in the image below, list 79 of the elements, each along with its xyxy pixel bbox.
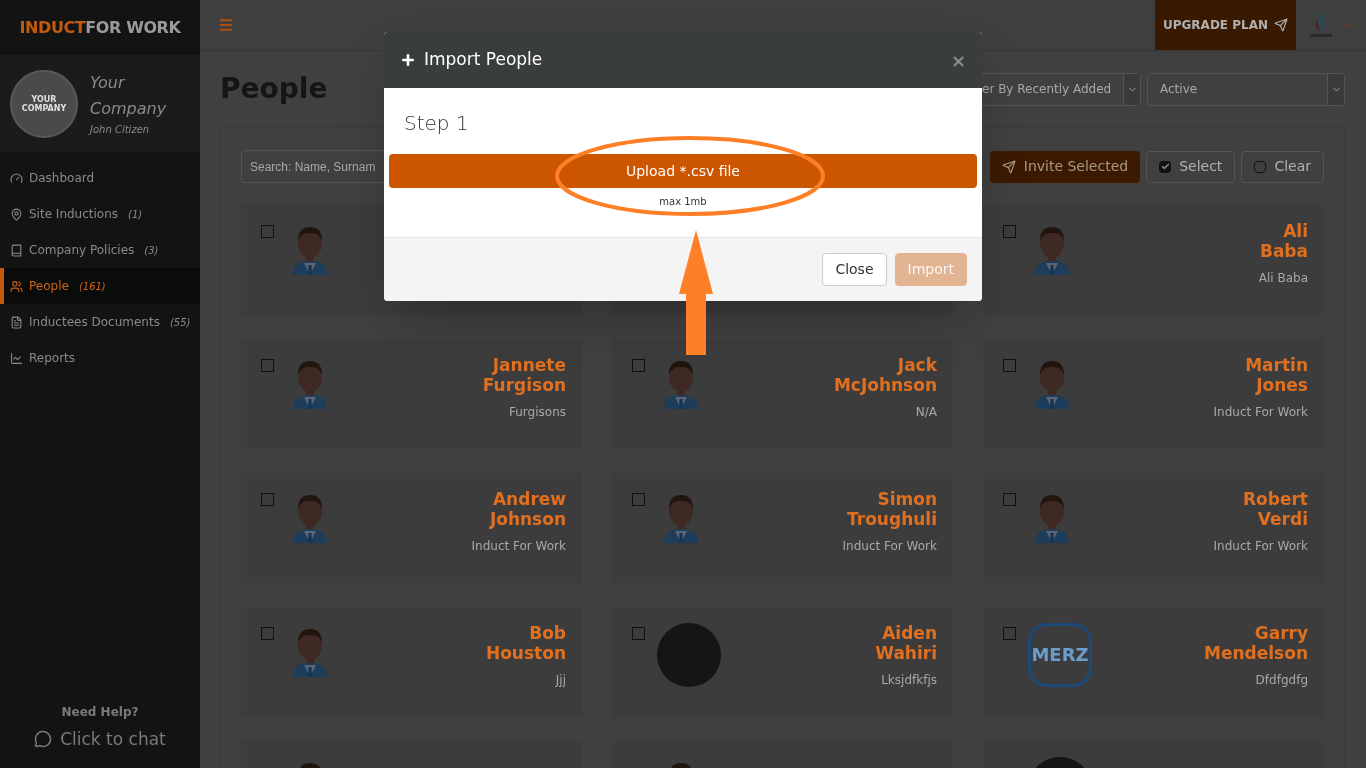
- company-logo: YOUR COMPANY: [10, 69, 78, 138]
- nav-icon: [10, 207, 23, 221]
- nav-icon: [10, 315, 23, 329]
- clear-button[interactable]: Clear: [1241, 150, 1324, 183]
- nav-item[interactable]: Inductees Documents (55): [0, 304, 200, 340]
- company-name: Induct For Work: [471, 538, 566, 555]
- upgrade-plan-button[interactable]: UPGRADE PLAN: [1154, 0, 1296, 50]
- close-button[interactable]: ×: [950, 46, 966, 74]
- person-name: Jack McJohnson: [833, 355, 937, 395]
- chat-link[interactable]: Click to chat: [34, 726, 166, 752]
- company-name: Jjj: [555, 672, 566, 689]
- company-logo-icon: [1308, 10, 1334, 40]
- checkbox[interactable]: [632, 627, 645, 640]
- company-name: Lksjdfkfjs: [881, 672, 937, 689]
- checkbox[interactable]: [261, 627, 274, 640]
- person-card[interactable]: Jannete Furgison Furgisons: [241, 339, 582, 449]
- checkbox[interactable]: [1003, 627, 1016, 640]
- step-title: Step 1: [403, 110, 470, 137]
- company-name: Dfdfgdfg: [1255, 672, 1308, 689]
- help-title: Need Help?: [61, 703, 139, 721]
- brand-logo: INDUCTFOR WORK: [18, 16, 182, 39]
- dialog-close-button[interactable]: Close: [822, 253, 887, 286]
- person-card[interactable]: Simon Troughuli Induct For Work: [612, 473, 953, 583]
- user-name: John Citizen: [90, 123, 151, 137]
- nav-item[interactable]: Dashboard: [0, 160, 200, 196]
- checkbox[interactable]: [632, 493, 645, 506]
- company-name: Ali Baba: [1258, 270, 1308, 287]
- company-name: Induct For Work: [1213, 538, 1308, 555]
- company-logo: MERZ: [1028, 623, 1092, 687]
- person-name: Martin Jones: [1245, 355, 1308, 395]
- empty-box-icon: [1254, 160, 1267, 173]
- nav-icon: [10, 279, 23, 293]
- checkbox[interactable]: [632, 359, 645, 372]
- checked-box-icon: [1159, 160, 1172, 173]
- nav-icon: [10, 351, 23, 365]
- chat-bubble-icon: [34, 730, 53, 749]
- upload-hint: max 1mb: [658, 195, 708, 209]
- person-name: Aiden Wahiri: [875, 623, 937, 663]
- person-name: Ali Baba: [1259, 221, 1308, 261]
- person-card[interactable]: Aiden Wahiri Lksjdfkfjs: [612, 607, 953, 717]
- select-button[interactable]: Select: [1146, 150, 1236, 183]
- person-card[interactable]: Bob Houston Jjj: [241, 607, 582, 717]
- plus-icon: [400, 52, 416, 68]
- company-name: Induct For Work: [842, 538, 937, 555]
- person-card[interactable]: Robert Verdi Induct For Work: [983, 473, 1324, 583]
- checkbox[interactable]: [261, 493, 274, 506]
- person-name: Garry Mendelson: [1204, 623, 1308, 663]
- company-name: Furgisons: [509, 404, 566, 421]
- person-card[interactable]: Jack McJohnson N/A: [612, 339, 953, 449]
- menu-icon[interactable]: [218, 17, 234, 33]
- company-name: Induct For Work: [1213, 404, 1308, 421]
- company-name: Your Company: [90, 72, 168, 120]
- company-name: N/A: [915, 404, 937, 421]
- nav-icon: [10, 243, 23, 257]
- person-card[interactable]: Andrew Johnson Induct For Work: [241, 473, 582, 583]
- checkbox[interactable]: [1003, 225, 1016, 238]
- invite-selected-button[interactable]: Invite Selected: [989, 150, 1141, 183]
- dialog-title: Import People: [424, 48, 543, 72]
- checkbox[interactable]: [261, 225, 274, 238]
- nav-item[interactable]: Company Policies (3): [0, 232, 200, 268]
- send-icon: [1274, 18, 1288, 32]
- checkbox[interactable]: [261, 359, 274, 372]
- person-name: Bob Houston: [485, 623, 566, 663]
- nav-item[interactable]: Site Inductions (1): [0, 196, 200, 232]
- person-name: Robert Verdi: [1243, 489, 1308, 529]
- send-icon: [1001, 159, 1016, 174]
- person-card[interactable]: Ali Baba Ali Baba: [983, 205, 1324, 315]
- status-dropdown[interactable]: Active: [1147, 72, 1345, 106]
- upload-button[interactable]: Upload *.csv file: [389, 154, 977, 188]
- person-name: Andrew Johnson: [489, 489, 566, 529]
- checkbox[interactable]: [1003, 493, 1016, 506]
- person-card[interactable]: Martin Jones Induct For Work: [983, 339, 1324, 449]
- person-name: Jannete Furgison: [482, 355, 566, 395]
- person-card[interactable]: MERZ Garry Mendelson Dfdfgdfg: [983, 607, 1324, 717]
- nav-item[interactable]: Reports: [0, 340, 200, 376]
- nav-icon: [10, 171, 23, 185]
- person-name: Simon Troughuli: [847, 489, 937, 529]
- checkbox[interactable]: [1003, 359, 1016, 372]
- nav-item[interactable]: People (161): [0, 268, 200, 304]
